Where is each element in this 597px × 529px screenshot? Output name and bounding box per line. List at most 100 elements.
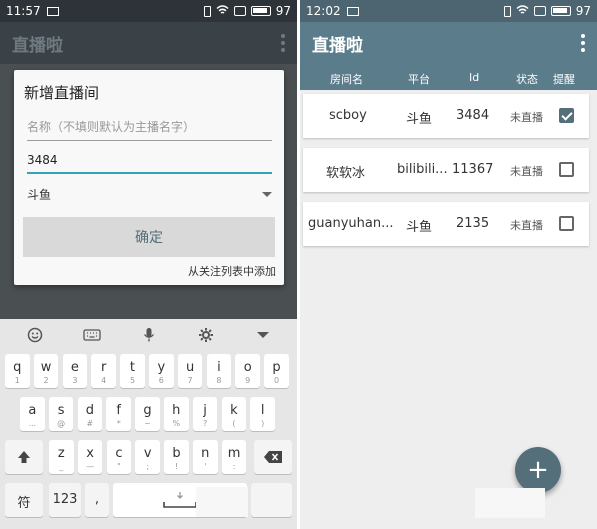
key-h[interactable]: h% (164, 397, 189, 431)
key-label: r (101, 360, 107, 375)
room-name: scboy (329, 108, 367, 123)
room-card-3[interactable]: guanyuhan... 斗鱼 2135 未直播 (303, 202, 589, 246)
list-header: 房间名 平台 Id 状态 提醒 (300, 64, 597, 90)
key-j[interactable]: j? (192, 397, 218, 431)
key-label: j (203, 403, 207, 418)
key-n[interactable]: n ' (193, 440, 218, 474)
room-platform: bilibili... (397, 162, 448, 177)
watermark-blur (475, 488, 545, 518)
key-e[interactable]: e3 (62, 354, 88, 388)
key-a[interactable]: a... (20, 397, 45, 431)
key-sub-label: 4 (101, 376, 107, 385)
key-d[interactable]: d # (77, 397, 103, 431)
key-sub-label: ? (202, 419, 208, 428)
key-x[interactable]: x — (77, 440, 103, 474)
remind-checkbox[interactable] (559, 216, 574, 231)
keyboard-icon[interactable] (81, 325, 103, 345)
key-w[interactable]: w2 (33, 354, 59, 388)
key-label: x (86, 446, 94, 461)
key-sub-label: 8 (216, 376, 222, 385)
symbol-key[interactable]: 符 (5, 483, 43, 517)
key-t[interactable]: t5 (120, 354, 145, 388)
key-sub-label: — (86, 462, 95, 471)
room-id-value: 3484 (27, 153, 58, 167)
key-o[interactable]: o9 (235, 354, 260, 388)
key-label: a (28, 403, 37, 418)
shift-key[interactable] (5, 440, 43, 474)
remind-checkbox[interactable] (559, 108, 574, 123)
vibrate-icon (503, 5, 511, 17)
key-b[interactable]: b! (164, 440, 189, 474)
room-id: 3484 (456, 108, 490, 123)
room-id-field[interactable]: 3484 (27, 153, 272, 174)
key-m[interactable]: m: (221, 440, 247, 474)
key-z[interactable]: z _ (49, 440, 74, 474)
key-sub-label: ( (232, 419, 236, 428)
key-sub-label: 0 (273, 376, 280, 385)
key-label: m (227, 446, 241, 461)
key-label: g (143, 403, 152, 418)
wifi-icon (216, 4, 229, 18)
header-room-name: 房间名 (330, 73, 363, 86)
battery-level: 97 (575, 4, 591, 18)
key-p[interactable]: p0 (264, 354, 289, 388)
mail-icon (46, 6, 59, 16)
key-r[interactable]: r4 (91, 354, 116, 388)
header-platform: 平台 (408, 73, 430, 86)
key-row-4: 符 123 , (0, 483, 297, 519)
add-room-fab[interactable]: + (515, 447, 561, 493)
key-sub-label: % (172, 419, 181, 428)
add-from-follow-list-link[interactable]: 从关注列表中添加 (188, 263, 276, 279)
key-row-1: q1w2e3r4t5y6u7i8o9p0 (0, 354, 297, 390)
room-name-placeholder: 名称（不填则默认为主播名字） (27, 120, 196, 134)
room-name: guanyuhan... (308, 216, 394, 231)
header-id: Id (469, 71, 480, 84)
key-i[interactable]: i8 (206, 354, 232, 388)
key-label: h (172, 403, 181, 418)
key-sub-label: ; (146, 462, 150, 471)
key-sub-label: : (232, 462, 236, 471)
key-s[interactable]: s @ (48, 397, 74, 431)
room-status: 未直播 (510, 219, 543, 232)
number-key[interactable]: 123 (49, 483, 81, 517)
key-label: k (230, 403, 238, 418)
platform-select[interactable]: 斗鱼 (27, 186, 272, 203)
room-platform: 斗鱼 (406, 220, 433, 235)
key-label: w (40, 360, 52, 375)
room-card-1[interactable]: scboy 斗鱼 3484 未直播 (303, 94, 589, 138)
key-label: b (172, 446, 181, 461)
key-g[interactable]: g ~ (135, 397, 160, 431)
key-label: z (57, 446, 65, 461)
remind-checkbox[interactable] (559, 162, 574, 177)
microphone-icon[interactable] (138, 325, 160, 345)
key-label: l (260, 403, 265, 418)
key-row-2: a... s @ d # f * g ~ h% j? k(l) (0, 397, 297, 433)
status-time: 11:57 (6, 4, 41, 18)
status-time: 12:02 (306, 4, 341, 18)
enter-key[interactable] (251, 483, 292, 517)
key-l[interactable]: l) (250, 397, 275, 431)
wifi-icon (516, 4, 529, 18)
key-q[interactable]: q1 (5, 354, 30, 388)
key-c[interactable]: c " (106, 440, 132, 474)
key-y[interactable]: y6 (149, 354, 174, 388)
overflow-menu-icon[interactable] (281, 34, 285, 52)
emoji-icon[interactable] (24, 325, 46, 345)
confirm-button[interactable]: 确定 (23, 217, 275, 257)
key-sub-label: 7 (187, 376, 193, 385)
collapse-keyboard-icon[interactable] (252, 325, 274, 345)
sim-icon (233, 6, 246, 16)
backspace-key[interactable] (254, 440, 292, 474)
overflow-menu-icon[interactable] (581, 34, 585, 52)
key-f[interactable]: f * (106, 397, 131, 431)
battery-icon (550, 6, 571, 16)
gear-icon[interactable] (195, 325, 217, 345)
room-name-field[interactable]: 名称（不填则默认为主播名字） (27, 118, 272, 141)
key-label: d (85, 403, 95, 418)
room-card-2[interactable]: 软软冰 bilibili... 11367 未直播 (303, 148, 589, 192)
comma-key[interactable]: , (85, 483, 109, 517)
key-sub-label: 2 (43, 376, 49, 385)
key-k[interactable]: k( (221, 397, 247, 431)
key-u[interactable]: u7 (177, 354, 203, 388)
key-v[interactable]: v; (135, 440, 160, 474)
